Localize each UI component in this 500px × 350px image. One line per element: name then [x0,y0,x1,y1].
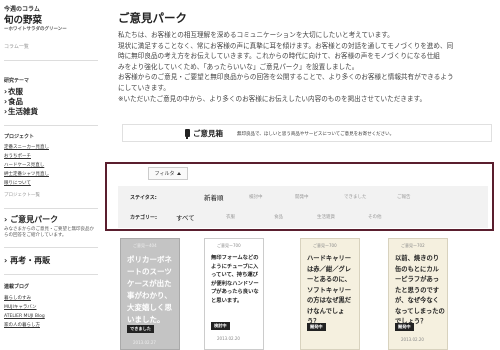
intro-line: ※いただいたご意見の中から、より多くのお客様にお伝えしたい内容のものを掲出させて… [118,94,427,103]
status-option-report[interactable]: ご報告 [397,194,411,200]
sidebar-item-clothing[interactable]: ›衣服 [4,87,102,97]
intro-line: お客様からのご意見・ご要望と無印良品からの回答を公開することで、より多くのお客様… [118,73,454,82]
card-body: 以前、焼きのり缶のもとにカルーピラフがあったと思うのですが、なぜ今なくなってしま… [395,255,445,325]
sidebar: 今週のコラム 旬の野菜 ーホワイトサラダのグリーンー コラム一覧 研究テーマ ›… [0,0,102,350]
category-option-food[interactable]: 食品 [274,214,283,220]
sidebar-item-reissue[interactable]: › 再考・再販 [4,256,102,266]
park-title: ご意見パーク [10,215,59,224]
project-link[interactable]: ハードケース見直し [4,161,102,170]
status-badge: 検討中 [211,322,230,330]
sidebar-item-park[interactable]: › ご意見パーク [4,215,102,225]
blog-link[interactable]: MUJIキャラバン [4,303,102,312]
opinion-box-label: ご意見箱 [193,129,223,138]
intro-line: にしていきます。 [118,83,170,92]
status-option-newest[interactable]: 新着順 [204,192,224,202]
intro-text: 私たちは、お客様との相互理解を深めるコミュニケーションを大切にしたいと考えていま… [118,30,490,104]
divider [4,247,98,248]
blog-link[interactable]: 家の人の暮らし方 [4,321,102,330]
card-header: ご意見ー700 [313,243,337,248]
project-heading: プロジェクト [4,134,35,140]
main-content: ご意見パーク 私たちは、お客様との相互理解を深めるコミュニケーションを大切にした… [105,0,498,350]
status-badge: 開発中 [307,323,326,331]
card-body: ハードキャリーは赤／紺／グレーとあるのに、ソフトキャリーの方はなぜ黒だけなんでし… [307,255,352,325]
sidebar-item-label: 生活雑貨 [8,107,38,116]
caret-up-icon [177,172,182,175]
page-title: ご意見パーク [118,11,187,25]
category-option-all[interactable]: すべて [176,212,195,222]
filter-button-label: フィルタ [154,171,175,177]
intro-line: みをより強化していくため、「あったらいいな」ご意見パーク」を設置しました。 [118,62,359,71]
card-date: 2013.02.20 [401,337,424,342]
research-heading: 研究テーマ [4,78,30,84]
card-body: 無印フォームなどのようにチューブに入っていて、持ち運びが便利なハンドソープがあっ… [211,255,259,304]
sidebar-item-food[interactable]: ›食品 [4,97,102,107]
divider [4,125,98,126]
divider [4,274,98,275]
opinion-box-link[interactable]: ご意見箱 無印良品で、ほしいと思う商品やサービスについてご意見をお寄せください。 [122,124,492,142]
card-date: 2013.02.27 [133,340,156,345]
blog-link[interactable]: 暮らしのすみ [4,294,102,303]
status-filter-label: ステイタス: [130,195,157,201]
column-title[interactable]: 旬の野菜 [4,15,102,26]
filter-toggle-button[interactable]: フィルタ [148,167,188,180]
blog-heading: 連載ブログ [4,284,30,290]
filter-panel: ステイタス: 新着順 検討中 開発中 できました ご報告 カテゴリー: すべて … [118,186,488,228]
status-filter-row: ステイタス: 新着順 検討中 開発中 できました ご報告 [118,188,488,206]
card-date: 2013.02.20 [217,336,240,341]
project-link[interactable]: おうちポーチ [4,152,102,161]
divider [4,208,98,209]
intro-line: 私たちは、お客様との相互理解を深めるコミュニケーションを大切にしたいと考えていま… [118,31,394,39]
divider [4,60,98,61]
card-header: ご意見ー700 [217,243,241,248]
column-list-link[interactable]: コラム一覧 [4,43,102,50]
category-option-other[interactable]: その他 [368,214,382,220]
opinion-box-text: 無印良品で、ほしいと思う商品やサービスについてご意見をお寄せください。 [237,132,395,137]
project-list-link[interactable]: プロジェクト一覧 [4,191,102,200]
category-filter-label: カテゴリー: [130,215,158,221]
card-body: ポリカーボネートのスーツケースが出た事がわかり、大変嬉しく思いました。 [127,255,172,324]
card-header: ご意見ー702 [401,243,425,248]
park-description: みなさまからのご意見・ご要望と無印良品からの回答をご紹介しています。 [4,227,94,238]
sidebar-item-label: 衣服 [8,87,23,96]
opinion-card[interactable]: ご意見ー700 無印フォームなどのようにチューブに入っていて、持ち運びが便利なハ… [204,238,264,350]
category-option-clothing[interactable]: 衣服 [226,214,235,220]
status-option-completed[interactable]: できました [344,194,367,200]
card-header: ご意見ー404 [133,243,157,248]
status-badge: できました [127,325,154,333]
sidebar-item-household[interactable]: ›生活雑貨 [4,107,102,117]
status-option-considering[interactable]: 検討中 [249,194,263,200]
project-link[interactable]: 紳士定番シャツ見直し [4,170,102,179]
project-link[interactable]: 定番スニーカー見直し [4,143,102,152]
status-option-developing[interactable]: 開発中 [295,194,309,200]
opinion-card[interactable]: ご意見ー700 ハードキャリーは赤／紺／グレーとあるのに、ソフトキャリーの方はな… [300,238,360,350]
blog-link[interactable]: ATELIER MUJI Blog [4,312,102,321]
opinion-card[interactable]: ご意見ー404 ポリカーボネートのスーツケースが出た事がわかり、大変嬉しく思いま… [120,238,180,350]
category-option-household[interactable]: 生活雑貨 [317,214,335,220]
intro-line: 時に無印良品の考え方をお伝えしていきます。これからの時代に向けて、お客様の声をモ… [118,52,440,61]
reissue-title: 再考・再販 [10,256,51,265]
project-link[interactable]: 眼りについて [4,179,102,188]
category-filter-row: カテゴリー: すべて 衣服 食品 生活雑貨 その他 [118,208,488,226]
opinion-box-icon [185,129,190,139]
opinion-card[interactable]: ご意見ー702 以前、焼きのり缶のもとにカルーピラフがあったと思うのですが、なぜ… [388,238,448,350]
status-badge: 開発中 [395,323,414,331]
column-subtitle: ーホワイトサラダのグリーンー [4,27,67,32]
sidebar-item-label: 食品 [8,97,23,106]
intro-line: 現状に満足することなく、常にお客様の声に真摯に耳を傾けます。お客様との対話を通し… [118,41,454,50]
weekly-column-heading: 今週のコラム [4,6,40,13]
